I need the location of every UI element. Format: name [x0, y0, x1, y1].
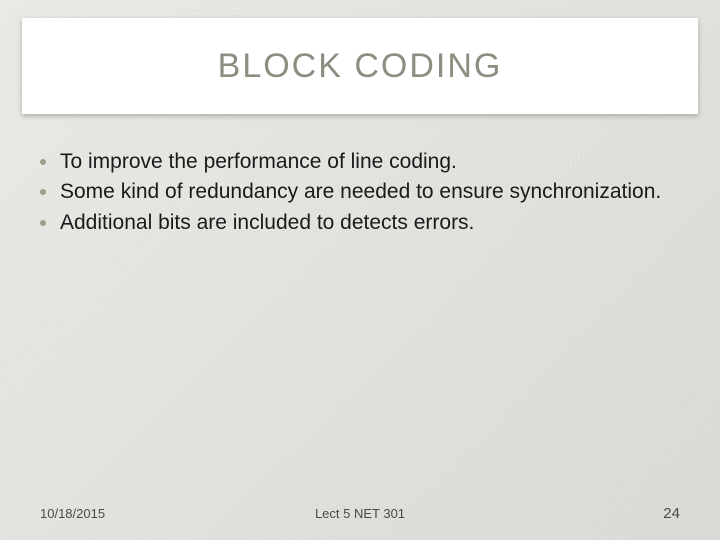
- bullet-icon: [40, 220, 46, 226]
- bullet-icon: [40, 189, 46, 195]
- bullet-text: Additional bits are included to detects …: [60, 209, 474, 237]
- footer-date: 10/18/2015: [40, 506, 253, 521]
- slide: BLOCK CODING To improve the performance …: [0, 0, 720, 540]
- bullet-item: To improve the performance of line codin…: [40, 148, 680, 176]
- footer: 10/18/2015 Lect 5 NET 301 24: [40, 505, 680, 522]
- bullet-text: To improve the performance of line codin…: [60, 148, 457, 176]
- footer-center: Lect 5 NET 301: [253, 506, 466, 521]
- bullet-item: Some kind of redundancy are needed to en…: [40, 178, 680, 206]
- bullet-item: Additional bits are included to detects …: [40, 209, 680, 237]
- footer-page-number: 24: [467, 505, 680, 522]
- bullet-icon: [40, 159, 46, 165]
- slide-title: BLOCK CODING: [218, 47, 503, 86]
- bullet-text: Some kind of redundancy are needed to en…: [60, 178, 661, 206]
- body-content: To improve the performance of line codin…: [40, 148, 680, 239]
- title-container: BLOCK CODING: [22, 18, 698, 114]
